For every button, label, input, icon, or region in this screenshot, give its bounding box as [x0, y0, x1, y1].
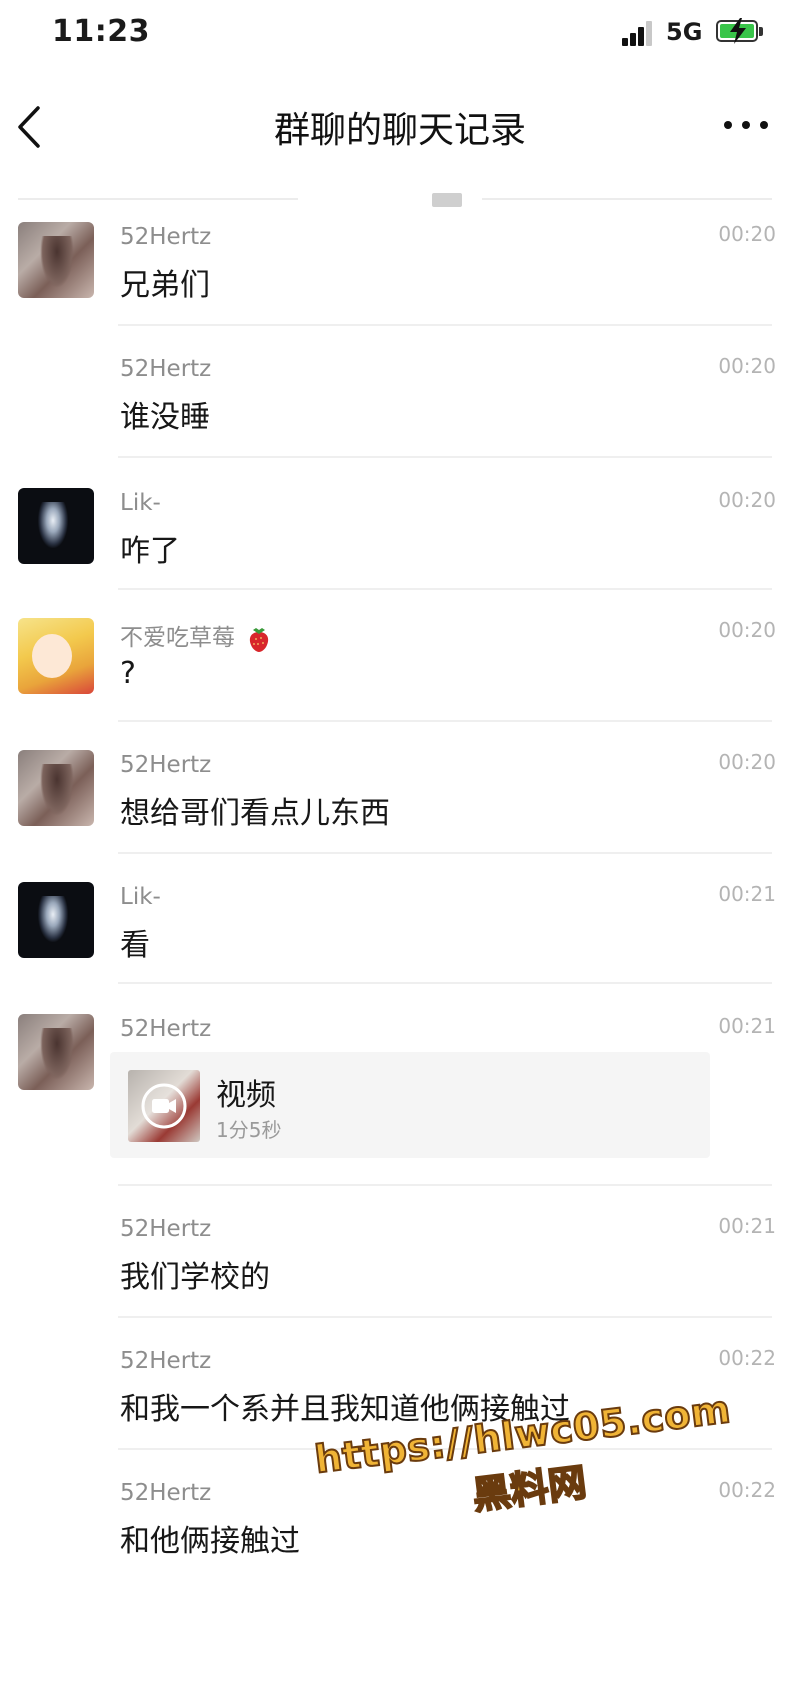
divider: [118, 982, 772, 984]
chat-message: 52Hertz 00:20 谁没睡: [0, 352, 800, 462]
divider: [118, 324, 772, 326]
network-label: 5G: [666, 18, 703, 46]
message-time: 00:20: [718, 488, 776, 512]
chat-message: 52Hertz 00:22 和他俩接触过: [0, 1476, 800, 1586]
divider: [118, 456, 772, 458]
divider: [118, 1448, 772, 1450]
message-time: 00:22: [718, 1478, 776, 1502]
message-text: ?: [120, 656, 136, 691]
message-text: 想给哥们看点儿东西: [120, 796, 390, 831]
message-time: 00:22: [718, 1346, 776, 1370]
avatar[interactable]: [18, 222, 94, 298]
sender-name: Lik-: [120, 884, 161, 910]
chat-message: 52Hertz 00:22 和我一个系并且我知道他俩接触过: [0, 1344, 800, 1454]
divider: [482, 198, 772, 200]
message-time: 00:21: [718, 1014, 776, 1038]
sender-name: 52Hertz: [120, 356, 212, 382]
chat-message: 52Hertz 00:21 我们学校的: [0, 1212, 800, 1322]
avatar[interactable]: [18, 882, 94, 958]
message-text: 和他俩接触过: [120, 1524, 300, 1559]
sender-name: 52Hertz: [120, 1216, 212, 1242]
sender-name-text: 不爱吃草莓: [120, 625, 235, 651]
message-time: 00:21: [718, 882, 776, 906]
avatar[interactable]: [18, 1014, 94, 1090]
divider: [18, 198, 298, 200]
message-text: 兄弟们: [120, 268, 210, 303]
chat-message: Lik- 00:21 看: [0, 880, 800, 990]
date-separator: [432, 193, 462, 207]
message-text: 谁没睡: [120, 400, 210, 435]
nav-bar: 群聊的聊天记录: [0, 74, 800, 184]
message-time: 00:20: [718, 618, 776, 642]
more-dots-icon[interactable]: [724, 118, 770, 132]
sender-name: 52Hertz: [120, 1348, 212, 1374]
divider: [118, 720, 772, 722]
signal-icon: [622, 20, 654, 46]
message-text: 和我一个系并且我知道他俩接触过: [120, 1392, 570, 1427]
sender-name: 52Hertz: [120, 1480, 212, 1506]
sender-name: 52Hertz: [120, 224, 212, 250]
divider: [118, 1184, 772, 1186]
video-duration: 1分5秒: [216, 1118, 282, 1142]
divider: [118, 588, 772, 590]
avatar[interactable]: [18, 750, 94, 826]
divider: [118, 1316, 772, 1318]
status-time: 11:23: [52, 14, 150, 49]
video-thumbnail: [128, 1070, 200, 1142]
status-bar: 11:23 5G: [0, 0, 800, 74]
message-time: 00:20: [718, 222, 776, 246]
chat-message: 52Hertz 00:20 想给哥们看点儿东西: [0, 748, 800, 858]
message-text: 我们学校的: [120, 1260, 270, 1295]
chat-message: Lik- 00:20 咋了: [0, 486, 800, 596]
chat-message: 52Hertz 00:20 兄弟们: [0, 220, 800, 330]
avatar[interactable]: [18, 488, 94, 564]
video-title: 视频: [216, 1078, 276, 1113]
sender-name: 不爱吃草莓: [120, 618, 272, 653]
message-time: 00:20: [718, 750, 776, 774]
sender-name: 52Hertz: [120, 752, 212, 778]
message-text: 看: [120, 928, 150, 963]
sender-name: Lik-: [120, 490, 161, 516]
message-time: 00:21: [718, 1214, 776, 1238]
message-time: 00:20: [718, 354, 776, 378]
strawberry-emoji-icon: [250, 627, 269, 652]
battery-cap: [759, 27, 763, 36]
video-message-card[interactable]: 视频 1分5秒: [110, 1052, 710, 1158]
avatar[interactable]: [18, 618, 94, 694]
page-title: 群聊的聊天记录: [273, 110, 526, 151]
message-text: 咋了: [120, 534, 180, 569]
battery-charging-icon: [716, 18, 758, 44]
chat-message: 不爱吃草莓 00:20 ?: [0, 616, 800, 726]
sender-name: 52Hertz: [120, 1016, 212, 1042]
video-camera-icon: [141, 1083, 187, 1129]
divider: [118, 852, 772, 854]
